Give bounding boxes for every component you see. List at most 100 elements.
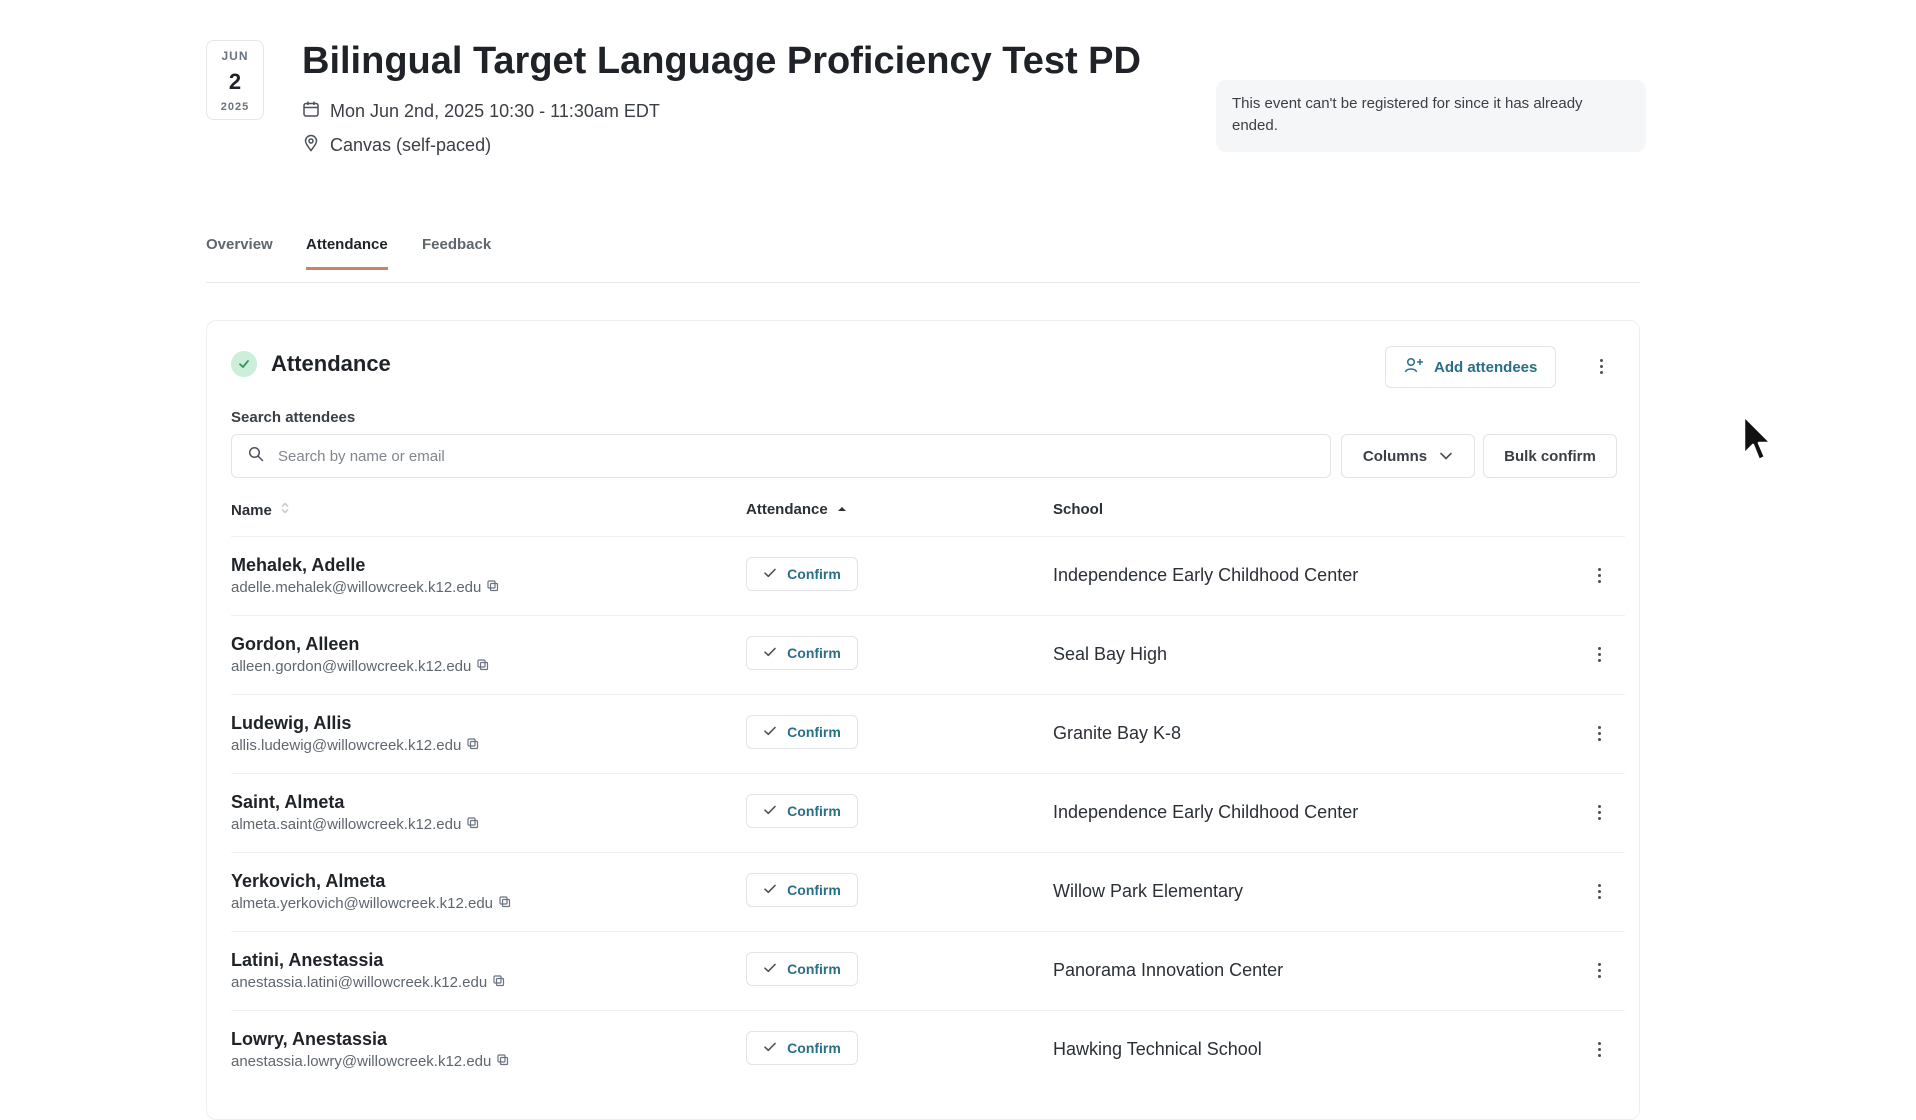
attendee-email-text: alleen.gordon@willowcreek.k12.edu (231, 658, 472, 675)
more-vertical-icon[interactable] (1591, 645, 1607, 663)
school-header-label: School (1053, 501, 1104, 518)
attendee-email-text: adelle.mehalek@willowcreek.k12.edu (231, 579, 482, 596)
check-icon (763, 882, 777, 898)
calendar-icon (302, 100, 320, 123)
confirm-label: Confirm (787, 566, 841, 582)
add-attendees-label: Add attendees (1434, 358, 1538, 376)
attendee-email: almeta.saint@willowcreek.k12.edu (231, 816, 479, 833)
copy-icon[interactable] (467, 737, 479, 754)
confirm-label: Confirm (787, 803, 841, 819)
confirm-label: Confirm (787, 724, 841, 740)
check-icon (763, 645, 777, 661)
date-day: 2 (228, 69, 242, 94)
columns-button[interactable]: Columns (1341, 434, 1475, 478)
column-header-school[interactable]: School (1053, 501, 1103, 518)
more-vertical-icon[interactable] (1591, 566, 1607, 584)
chevron-down-icon (1439, 448, 1453, 465)
check-icon (763, 1040, 777, 1056)
attendee-email: adelle.mehalek@willowcreek.k12.edu (231, 579, 499, 596)
attendance-card: Attendance Add attendees Search attendee… (206, 320, 1640, 1120)
check-icon (763, 566, 777, 582)
page-title: Bilingual Target Language Proficiency Te… (302, 40, 1141, 82)
attendee-email: anestassia.lowry@willowcreek.k12.edu (231, 1053, 509, 1070)
event-tabs: Overview Attendance Feedback (206, 236, 1640, 283)
check-icon (763, 961, 777, 977)
user-plus-icon (1404, 356, 1424, 378)
copy-icon[interactable] (497, 1053, 509, 1070)
date-year: 2025 (220, 101, 250, 113)
check-icon (763, 803, 777, 819)
event-location-text: Canvas (self-paced) (330, 135, 492, 155)
more-vertical-icon[interactable] (1591, 724, 1607, 742)
confirm-label: Confirm (787, 1040, 841, 1056)
event-location: Canvas (self-paced) (302, 134, 491, 157)
attendee-email: anestassia.latini@willowcreek.k12.edu (231, 974, 505, 991)
copy-icon[interactable] (487, 579, 499, 596)
tab-overview[interactable]: Overview (206, 236, 273, 267)
attendee-email-text: almeta.yerkovich@willowcreek.k12.edu (231, 895, 494, 912)
copy-icon[interactable] (467, 816, 479, 833)
date-month: JUN (221, 49, 249, 63)
sort-up-icon (836, 501, 848, 518)
attendee-email-text: allis.ludewig@willowcreek.k12.edu (231, 737, 462, 754)
more-vertical-icon[interactable] (1593, 357, 1609, 375)
event-date-badge: JUN 2 2025 (206, 40, 264, 120)
check-icon (763, 724, 777, 740)
confirm-button[interactable]: Confirm (746, 952, 858, 986)
more-vertical-icon[interactable] (1591, 882, 1607, 900)
copy-icon[interactable] (499, 895, 511, 912)
attendee-email: allis.ludewig@willowcreek.k12.edu (231, 737, 479, 754)
confirm-button[interactable]: Confirm (746, 557, 858, 591)
name-header-label: Name (231, 501, 272, 519)
attendee-name: Gordon, Alleen (231, 634, 360, 654)
attendee-school: Seal Bay High (1053, 644, 1168, 664)
more-vertical-icon[interactable] (1591, 1040, 1607, 1058)
cursor-icon (1742, 414, 1774, 471)
confirm-button[interactable]: Confirm (746, 715, 858, 749)
table-row: Lowry, Anestassia anestassia.lowry@willo… (231, 1010, 1625, 1090)
confirm-label: Confirm (787, 961, 841, 977)
add-attendees-button[interactable]: Add attendees (1385, 346, 1557, 388)
column-header-attendance[interactable]: Attendance (746, 501, 848, 518)
columns-label: Columns (1362, 447, 1428, 465)
attendee-email-text: almeta.saint@willowcreek.k12.edu (231, 816, 462, 833)
sort-icon (280, 501, 290, 519)
table-row: Yerkovich, Almeta almeta.yerkovich@willo… (231, 852, 1625, 932)
attendee-name: Latini, Anestassia (231, 950, 384, 970)
search-icon (248, 446, 264, 467)
location-pin-icon (302, 134, 320, 157)
attendee-name: Mehalek, Adelle (231, 555, 366, 575)
more-vertical-icon[interactable] (1591, 961, 1607, 979)
tab-feedback[interactable]: Feedback (422, 236, 491, 267)
attendee-name: Yerkovich, Almeta (231, 871, 386, 891)
tab-attendance[interactable]: Attendance (306, 236, 388, 270)
attendance-header: Attendance (231, 351, 391, 377)
table-row: Latini, Anestassia anestassia.latini@wil… (231, 931, 1625, 1011)
attendee-school: Independence Early Childhood Center (1053, 565, 1359, 585)
table-row: Mehalek, Adelle adelle.mehalek@willowcre… (231, 536, 1625, 616)
confirm-button[interactable]: Confirm (746, 873, 858, 907)
table-row: Ludewig, Allis allis.ludewig@willowcreek… (231, 694, 1625, 774)
confirm-label: Confirm (787, 882, 841, 898)
column-header-name[interactable]: Name (231, 501, 290, 519)
attendee-school: Hawking Technical School (1053, 1039, 1262, 1059)
copy-icon[interactable] (493, 974, 505, 991)
confirm-button[interactable]: Confirm (746, 794, 858, 828)
attendance-title: Attendance (271, 351, 391, 376)
attendee-email-text: anestassia.lowry@willowcreek.k12.edu (231, 1053, 492, 1070)
more-vertical-icon[interactable] (1591, 803, 1607, 821)
search-field[interactable] (231, 434, 1331, 478)
registration-notice: This event can't be registered for since… (1216, 80, 1646, 152)
confirm-button[interactable]: Confirm (746, 1031, 858, 1065)
attendee-name: Lowry, Anestassia (231, 1029, 388, 1049)
attendee-name: Saint, Almeta (231, 792, 345, 812)
event-datetime-text: Mon Jun 2nd, 2025 10:30 - 11:30am EDT (330, 101, 660, 121)
search-input[interactable] (276, 446, 1280, 466)
check-icon (231, 351, 257, 377)
event-datetime: Mon Jun 2nd, 2025 10:30 - 11:30am EDT (302, 100, 660, 123)
confirm-button[interactable]: Confirm (746, 636, 858, 670)
attendance-header-label: Attendance (746, 501, 828, 518)
attendee-name: Ludewig, Allis (231, 713, 352, 733)
copy-icon[interactable] (477, 658, 489, 675)
bulk-confirm-button[interactable]: Bulk confirm (1483, 434, 1617, 478)
